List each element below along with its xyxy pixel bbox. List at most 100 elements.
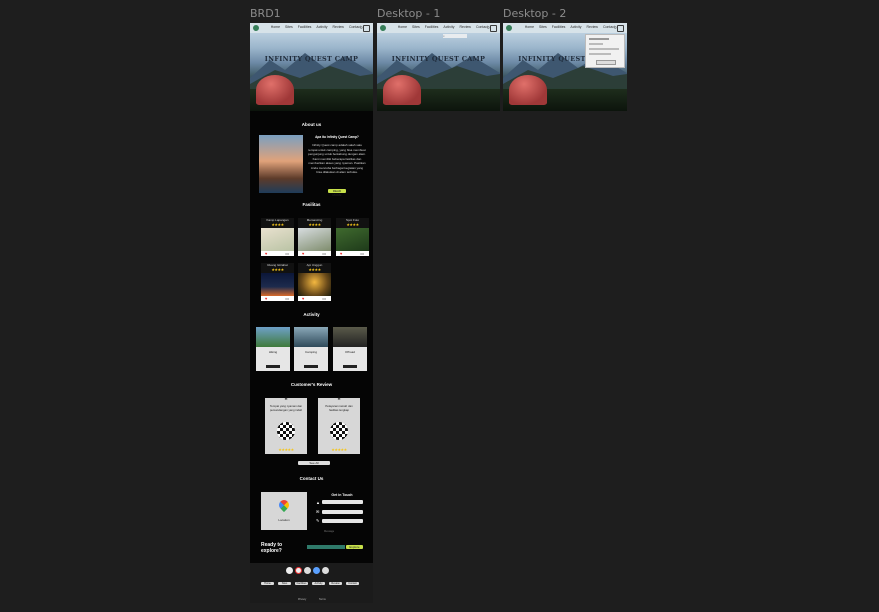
facility-photo xyxy=(261,273,294,296)
frame-label-brd1[interactable]: BRD1 xyxy=(250,7,281,20)
cart-icon[interactable] xyxy=(490,25,497,32)
nav-link[interactable]: Facilities xyxy=(425,25,439,29)
comment-icon[interactable]: ▭ xyxy=(322,296,326,301)
social-icon[interactable] xyxy=(304,567,311,574)
frame-brd1[interactable]: Home Sites Facilities Activity Review Co… xyxy=(250,23,373,603)
cart-icon[interactable] xyxy=(617,25,624,32)
nav-link[interactable]: Contact xyxy=(476,25,488,29)
cart-dropdown-panel[interactable] xyxy=(585,34,625,68)
nav-link[interactable]: Activity xyxy=(443,25,454,29)
activity-button[interactable] xyxy=(304,365,318,368)
comment-icon[interactable]: ▭ xyxy=(360,251,364,256)
footer-link[interactable]: Activity xyxy=(312,582,325,585)
activity-label: Hiking xyxy=(268,350,278,354)
review-text: Tempat yang nyaman dan pemandangan yang … xyxy=(269,404,303,412)
footer-link[interactable]: Contact xyxy=(346,582,359,585)
logo-icon[interactable] xyxy=(506,25,512,31)
nav-link[interactable]: Contact xyxy=(349,25,361,29)
facility-card[interactable]: Memancing ★★★★ ♥ ▭ xyxy=(298,218,331,256)
search-popup-input[interactable]: ⌕ xyxy=(443,34,467,38)
heart-icon[interactable]: ♥ xyxy=(265,296,267,301)
rating-stars: ★★★★★ xyxy=(278,447,294,452)
nav-link[interactable]: Sites xyxy=(539,25,547,29)
footer-link[interactable]: Home xyxy=(261,582,274,585)
social-icon[interactable] xyxy=(295,567,302,574)
nav-link[interactable]: Sites xyxy=(412,25,420,29)
nav-link[interactable]: Facilities xyxy=(298,25,312,29)
heart-icon[interactable]: ♥ xyxy=(265,251,267,256)
dropdown-button[interactable] xyxy=(596,60,616,65)
dropdown-line xyxy=(589,48,619,50)
social-icon[interactable] xyxy=(322,567,329,574)
form-title: Get in Touch xyxy=(331,493,353,497)
facility-card[interactable]: Spot Foto ★★★★ ♥ ▭ xyxy=(336,218,369,256)
comment-icon[interactable]: ▭ xyxy=(285,251,289,256)
nav-link[interactable]: Sites xyxy=(285,25,293,29)
activity-card[interactable]: Hiking xyxy=(256,327,290,371)
review-card: ❝ Tempat yang nyaman dan pemandangan yan… xyxy=(265,398,307,454)
see-all-reviews-button[interactable]: See All xyxy=(298,461,330,465)
comment-icon[interactable]: ▭ xyxy=(322,251,326,256)
cta-email-input[interactable] xyxy=(307,545,345,549)
nav-links: Home Sites Facilities Activity Review Co… xyxy=(521,25,615,29)
social-icon[interactable] xyxy=(313,567,320,574)
nav-bar: Home Sites Facilities Activity Review Co… xyxy=(377,23,500,33)
nav-links: Home Sites Facilities Activity Review Co… xyxy=(394,25,488,29)
avatar xyxy=(277,422,295,440)
facility-card[interactable]: Api Unggun ★★★★ ♥ ▭ xyxy=(298,263,331,301)
frame-label-desktop-1[interactable]: Desktop - 1 xyxy=(377,7,440,20)
cta-text: Ready to explore? xyxy=(261,542,283,554)
mail-icon: ✉ xyxy=(316,509,320,514)
activity-title: Activity xyxy=(303,312,320,317)
nav-link[interactable]: Contact xyxy=(603,25,615,29)
nav-link[interactable]: Activity xyxy=(570,25,581,29)
activity-card[interactable]: Offroad xyxy=(333,327,367,371)
nav-link[interactable]: Activity xyxy=(316,25,327,29)
nav-link[interactable]: Review xyxy=(586,25,597,29)
footer-link[interactable]: Facilities xyxy=(295,582,308,585)
logo-icon[interactable] xyxy=(253,25,259,31)
logo-icon[interactable] xyxy=(380,25,386,31)
message-input[interactable]: Message xyxy=(322,519,363,533)
activity-button[interactable] xyxy=(343,365,357,368)
heart-icon[interactable]: ♥ xyxy=(302,251,304,256)
nav-link[interactable]: Home xyxy=(271,25,280,29)
heart-icon[interactable]: ♥ xyxy=(340,251,342,256)
facility-photo xyxy=(336,228,369,251)
facility-card[interactable]: Kamp Lapangan ★★★★ ♥ ▭ xyxy=(261,218,294,256)
rating-stars: ★★★★ xyxy=(271,267,284,272)
facility-photo xyxy=(261,228,294,251)
nav-link[interactable]: Review xyxy=(332,25,343,29)
nav-link[interactable]: Home xyxy=(398,25,407,29)
social-icon[interactable] xyxy=(286,567,293,574)
nav-link[interactable]: Facilities xyxy=(552,25,566,29)
cart-icon[interactable] xyxy=(363,25,370,32)
facility-card[interactable]: Ruang Istirahat ★★★★ ♥ ▭ xyxy=(261,263,294,301)
map-card[interactable]: Location xyxy=(261,492,307,530)
frame-desktop-2[interactable]: Home Sites Facilities Activity Review Co… xyxy=(503,23,627,111)
cta-button[interactable]: Explore xyxy=(346,545,363,549)
activity-photo xyxy=(294,327,328,347)
footer-terms[interactable]: Terms xyxy=(319,598,326,601)
rating-stars: ★★★★★ xyxy=(331,447,347,452)
frame-desktop-1[interactable]: Home Sites Facilities Activity Review Co… xyxy=(377,23,500,111)
read-more-button[interactable]: READ MORE xyxy=(328,189,346,197)
footer-privacy[interactable]: Privacy xyxy=(298,598,306,601)
hero-title: INFINITY QUEST CAMP xyxy=(391,55,486,63)
nav-link[interactable]: Review xyxy=(459,25,470,29)
reviews-title: Customer's Review xyxy=(290,382,333,387)
footer-link[interactable]: Sites xyxy=(278,582,291,585)
email-input[interactable]: Email xyxy=(322,510,363,524)
activity-photo xyxy=(333,327,367,347)
activity-card[interactable]: Camping xyxy=(294,327,328,371)
nav-bar: Home Sites Facilities Activity Review Co… xyxy=(503,23,627,33)
comment-icon[interactable]: ▭ xyxy=(285,296,289,301)
social-icons xyxy=(286,567,329,574)
activity-button[interactable] xyxy=(266,365,280,368)
heart-icon[interactable]: ♥ xyxy=(302,296,304,301)
name-input[interactable]: Your name xyxy=(322,500,363,514)
rating-stars: ★★★★ xyxy=(308,267,321,272)
frame-label-desktop-2[interactable]: Desktop - 2 xyxy=(503,7,566,20)
footer-link[interactable]: Review xyxy=(329,582,342,585)
nav-link[interactable]: Home xyxy=(525,25,534,29)
